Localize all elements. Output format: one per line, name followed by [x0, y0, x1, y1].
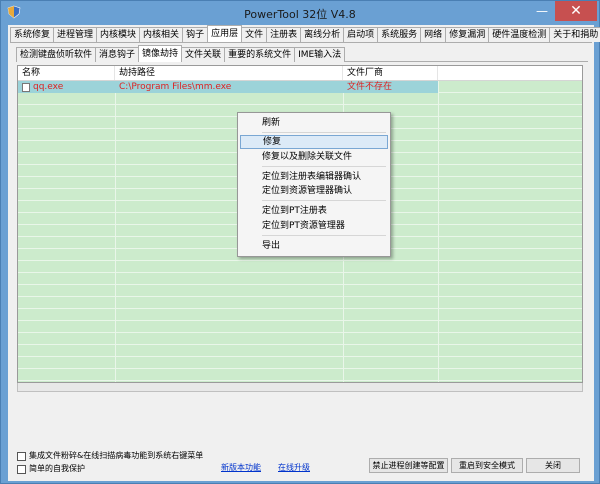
column-header-vendor[interactable]: 文件厂商	[343, 66, 438, 80]
close-button[interactable]: 关闭	[526, 458, 580, 473]
menu-item-locate-regedit[interactable]: 定位到注册表编辑器确认	[240, 170, 388, 184]
tab-process-manager[interactable]: 进程管理	[53, 27, 98, 42]
tab-registry[interactable]: 注册表	[266, 27, 302, 42]
subtab-file-association[interactable]: 文件关联	[181, 47, 226, 62]
subtab-ime[interactable]: IME输入法	[294, 47, 346, 62]
row-vendor: 文件不存在	[347, 82, 393, 92]
main-tab-strip: 系统修复 进程管理 内核模块 内核相关 钩子 应用层 文件 注册表 离线分析 启…	[10, 25, 600, 43]
tab-hardware-temp[interactable]: 硬件温度检测	[488, 27, 551, 42]
context-menu: 刷新 修复 修复以及删除关联文件 定位到注册表编辑器确认 定位到资源管理器确认 …	[237, 112, 391, 257]
minimize-button[interactable]: —	[531, 1, 553, 21]
new-features-link[interactable]: 新版本功能	[221, 462, 261, 473]
row-path: C:\Program Files\mm.exe	[119, 82, 232, 92]
self-protect-label: 简单的自我保护	[29, 464, 85, 473]
column-divider	[115, 81, 116, 382]
bottom-bar: 集成文件粉碎&在线扫描病毒功能到系统右键菜单 简单的自我保护 新版本功能 在线升…	[8, 449, 594, 481]
tab-kernel-modules[interactable]: 内核模块	[96, 27, 141, 42]
self-protect-checkbox[interactable]	[17, 465, 26, 474]
tab-hooks[interactable]: 钩子	[182, 27, 209, 42]
shell-integration-label: 集成文件粉碎&在线扫描病毒功能到系统右键菜单	[29, 451, 204, 460]
tab-network[interactable]: 网络	[420, 27, 447, 42]
shell-integration-checkbox[interactable]	[17, 452, 26, 461]
row-name: qq.exe	[33, 82, 64, 92]
subtab-message-hooks[interactable]: 消息钩子	[95, 47, 140, 62]
table-row[interactable]: qq.exe C:\Program Files\mm.exe 文件不存在	[18, 81, 438, 93]
horizontal-scrollbar[interactable]	[17, 383, 583, 392]
tab-about-donate[interactable]: 关于和捐助	[549, 27, 600, 42]
menu-item-locate-pt-explorer[interactable]: 定位到PT资源管理器	[240, 219, 388, 233]
tab-offline-analysis[interactable]: 离线分析	[300, 27, 345, 42]
client-area: 系统修复 进程管理 内核模块 内核相关 钩子 应用层 文件 注册表 离线分析 启…	[8, 25, 600, 481]
list-header: 名称 劫持路径 文件厂商	[18, 66, 582, 81]
menu-separator	[262, 235, 386, 236]
menu-item-repair[interactable]: 修复	[240, 135, 388, 149]
app-window: PowerTool 32位 V4.8 — ✕ 系统修复 进程管理 内核模块 内核…	[0, 0, 600, 484]
menu-separator	[262, 132, 386, 133]
menu-item-export[interactable]: 导出	[240, 239, 388, 253]
subtab-keylogger-detect[interactable]: 检测键盘侦听软件	[16, 47, 97, 62]
online-update-link[interactable]: 在线升级	[278, 462, 310, 473]
column-header-path[interactable]: 劫持路径	[115, 66, 343, 80]
menu-separator	[262, 166, 386, 167]
menu-separator	[262, 200, 386, 201]
subtab-system-files[interactable]: 重要的系统文件	[224, 47, 296, 62]
title-bar[interactable]: PowerTool 32位 V4.8 — ✕	[1, 1, 599, 25]
sub-tab-strip: 检测键盘侦听软件 消息钩子 镜像劫持 文件关联 重要的系统文件 IME输入法	[16, 45, 346, 62]
tab-files[interactable]: 文件	[241, 27, 268, 42]
close-window-button[interactable]: ✕	[555, 1, 597, 21]
column-header-name[interactable]: 名称	[18, 66, 115, 80]
process-config-button[interactable]: 禁止进程创建等配置	[369, 458, 448, 473]
file-icon	[22, 83, 30, 92]
menu-item-repair-delete[interactable]: 修复以及删除关联文件	[240, 150, 388, 164]
window-title: PowerTool 32位 V4.8	[244, 8, 356, 21]
tab-patch-vulns[interactable]: 修复漏洞	[445, 27, 490, 42]
menu-item-locate-pt-registry[interactable]: 定位到PT注册表	[240, 204, 388, 218]
tab-app-layer[interactable]: 应用层	[207, 25, 243, 42]
tab-startup[interactable]: 启动项	[343, 27, 379, 42]
column-divider	[438, 81, 439, 382]
menu-item-locate-explorer[interactable]: 定位到资源管理器确认	[240, 184, 388, 198]
tab-system-repair[interactable]: 系统修复	[10, 27, 55, 42]
menu-item-refresh[interactable]: 刷新	[240, 116, 388, 130]
safe-mode-restart-button[interactable]: 重启到安全模式	[451, 458, 523, 473]
tab-system-services[interactable]: 系统服务	[377, 27, 422, 42]
tab-kernel-related[interactable]: 内核相关	[139, 27, 184, 42]
subtab-image-hijack[interactable]: 镜像劫持	[138, 45, 183, 62]
